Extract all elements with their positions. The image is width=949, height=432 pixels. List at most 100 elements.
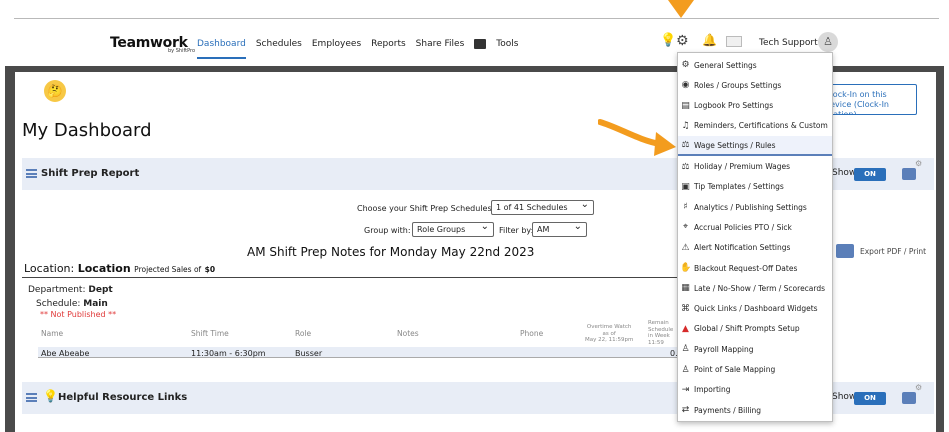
col-overtime-watch: Overtime Watch as of May 22, 11:59pm xyxy=(585,324,633,344)
menu-item-label: Importing xyxy=(694,385,731,395)
bell-icon[interactable]: 🔔 xyxy=(702,33,717,47)
col-name: Name xyxy=(41,329,64,338)
nav-employees[interactable]: Employees xyxy=(312,39,361,49)
app-window: Teamwork by ShiftPro Dashboard Schedules… xyxy=(0,0,949,432)
user-name[interactable]: Tech Support xyxy=(759,38,818,48)
page-title: My Dashboard xyxy=(22,120,152,141)
col-role: Role xyxy=(295,329,312,338)
menu-item-analytics-publishing-settings[interactable]: ♯ Analytics / Publishing Settings xyxy=(678,197,832,217)
schedule-label: Schedule: xyxy=(36,299,81,309)
menu-item-icon: ♙ xyxy=(681,364,690,375)
menu-item-label: Reminders, Certifications & Custom xyxy=(694,121,828,131)
thinking-face-icon: 🤔 xyxy=(44,80,66,102)
show-toggle[interactable]: ON xyxy=(854,168,886,181)
menu-item-label: Quick Links / Dashboard Widgets xyxy=(694,304,818,314)
menu-item-label: Payroll Mapping xyxy=(694,344,754,354)
menu-item-wage-settings-rules[interactable]: ⚖ Wage Settings / Rules xyxy=(678,136,832,157)
nav-share-files[interactable]: Share Files xyxy=(416,39,465,49)
drag-handle-icon[interactable] xyxy=(26,393,37,402)
nav-dashboard[interactable]: Dashboard xyxy=(197,39,246,49)
menu-item-point-of-sale-mapping[interactable]: ♙ Point of Sale Mapping xyxy=(678,360,832,380)
filter-by-select[interactable]: AM xyxy=(532,222,587,237)
menu-item-label: Payments / Billing xyxy=(694,405,762,415)
menu-item-roles-groups-settings[interactable]: ◉ Roles / Groups Settings xyxy=(678,75,832,95)
menu-item-label: General Settings xyxy=(694,60,757,70)
helpful-links-title: Helpful Resource Links xyxy=(58,392,188,403)
menu-item-global-shift-prompts-setup[interactable]: ▲ Global / Shift Prompts Setup xyxy=(678,319,832,339)
row-role: Busser xyxy=(295,349,323,358)
pointer-arrow-curved xyxy=(598,119,676,156)
nav-schedules[interactable]: Schedules xyxy=(256,39,302,49)
show-label: Show xyxy=(832,392,857,402)
filter-by-label: Filter by: xyxy=(499,226,534,235)
mail-icon[interactable] xyxy=(726,36,742,47)
menu-item-icon: ⇥ xyxy=(681,384,690,395)
menu-item-icon: ⚠ xyxy=(681,242,690,253)
menu-item-label: Wage Settings / Rules xyxy=(694,140,776,150)
nav-reports[interactable]: Reports xyxy=(371,39,406,49)
menu-item-icon: ◉ xyxy=(681,80,690,91)
menu-item-payroll-mapping[interactable]: ♙ Payroll Mapping xyxy=(678,339,832,359)
menu-item-importing[interactable]: ⇥ Importing xyxy=(678,380,832,400)
projected-sales-label: Projected Sales of xyxy=(134,265,202,274)
projected-sales-value: $0 xyxy=(204,265,216,274)
menu-item-accrual-policies-pto-sick[interactable]: ⌖ Accrual Policies PTO / Sick xyxy=(678,217,832,237)
avatar[interactable]: ♙ xyxy=(818,32,838,52)
department-value: Dept xyxy=(88,285,113,295)
active-nav-underline xyxy=(197,57,246,59)
menu-item-icon: ▤ xyxy=(681,100,690,111)
menu-item-label: Late / No-Show / Term / Scorecards xyxy=(694,283,826,293)
menu-item-icon: ⚖ xyxy=(681,140,690,151)
menu-item-holiday-premium-wages[interactable]: ⚖ Holiday / Premium Wages xyxy=(678,157,832,177)
menu-item-label: Holiday / Premium Wages xyxy=(694,162,791,171)
menu-item-payments-billing[interactable]: ⇄ Payments / Billing xyxy=(678,400,832,420)
department-label: Department: xyxy=(28,285,86,295)
col-remaining-line4: 11:59 xyxy=(648,339,664,346)
menu-item-icon: ▲ xyxy=(682,323,689,334)
menu-item-alert-notification-settings[interactable]: ⚠ Alert Notification Settings xyxy=(678,238,832,258)
print-icon[interactable] xyxy=(902,168,916,180)
logo-subtext: by ShiftPro xyxy=(168,48,196,54)
lightbulb-icon[interactable]: 💡 xyxy=(660,33,676,48)
col-notes: Notes xyxy=(397,329,419,338)
show-label: Show xyxy=(832,168,857,178)
row-shift-time: 11:30am - 6:30pm xyxy=(191,349,266,358)
pointer-arrow-down xyxy=(668,0,694,18)
menu-item-late-no-show-term-scorecards[interactable]: ▦ Late / No-Show / Term / Scorecards xyxy=(678,278,832,298)
col-overtime-line3: May 22, 11:59pm xyxy=(585,337,634,343)
show-toggle[interactable]: ON xyxy=(854,392,886,405)
menu-item-logbook-pro-settings[interactable]: ▤ Logbook Pro Settings xyxy=(678,96,832,116)
nav-tools[interactable]: Tools xyxy=(496,39,518,49)
menu-item-label: Logbook Pro Settings xyxy=(694,101,774,111)
menu-item-icon: ♫ xyxy=(681,120,690,131)
menu-item-general-settings[interactable]: ⚙ General Settings xyxy=(678,55,832,75)
schedules-select[interactable]: 1 of 41 Schedules xyxy=(491,200,594,215)
menu-item-icon: ♯ xyxy=(683,202,688,213)
menu-item-label: Alert Notification Settings xyxy=(694,243,791,253)
row-name[interactable]: Abe Abeabe xyxy=(41,349,89,358)
print-icon[interactable] xyxy=(902,392,916,404)
table-row[interactable] xyxy=(38,347,682,358)
group-with-select[interactable]: Role Groups xyxy=(412,222,494,237)
menu-item-icon: ⚖ xyxy=(681,161,690,172)
drag-handle-icon[interactable] xyxy=(26,169,37,178)
menu-item-label: Blackout Request-Off Dates xyxy=(694,263,798,273)
menu-item-label: Global / Shift Prompts Setup xyxy=(694,324,800,334)
panel-gear-icon[interactable]: ⚙ xyxy=(915,159,922,168)
menu-item-icon: ⇄ xyxy=(681,405,690,416)
menu-item-icon: ✋ xyxy=(680,263,692,273)
menu-item-quick-links-dashboard-widgets[interactable]: ⌘ Quick Links / Dashboard Widgets xyxy=(678,299,832,319)
location-divider xyxy=(22,277,682,278)
col-phone: Phone xyxy=(520,329,544,338)
logo[interactable]: Teamwork by ShiftPro xyxy=(110,32,195,54)
menu-item-tip-templates-settings[interactable]: ▣ Tip Templates / Settings xyxy=(678,177,832,197)
export-pdf-link[interactable]: Export PDF / Print xyxy=(860,247,926,256)
menu-item-icon: ⌖ xyxy=(682,222,689,233)
panel-gear-icon[interactable]: ⚙ xyxy=(915,383,922,392)
export-pdf-icon[interactable] xyxy=(836,244,854,258)
printer-icon[interactable] xyxy=(474,39,487,49)
menu-item-blackout-request-off-dates[interactable]: ✋ Blackout Request-Off Dates xyxy=(678,258,832,278)
shift-prep-notes-title: AM Shift Prep Notes for Monday May 22nd … xyxy=(247,245,535,259)
menu-item-reminders-certifications-custom[interactable]: ♫ Reminders, Certifications & Custom xyxy=(678,116,832,136)
gear-icon[interactable]: ⚙ xyxy=(676,33,689,49)
